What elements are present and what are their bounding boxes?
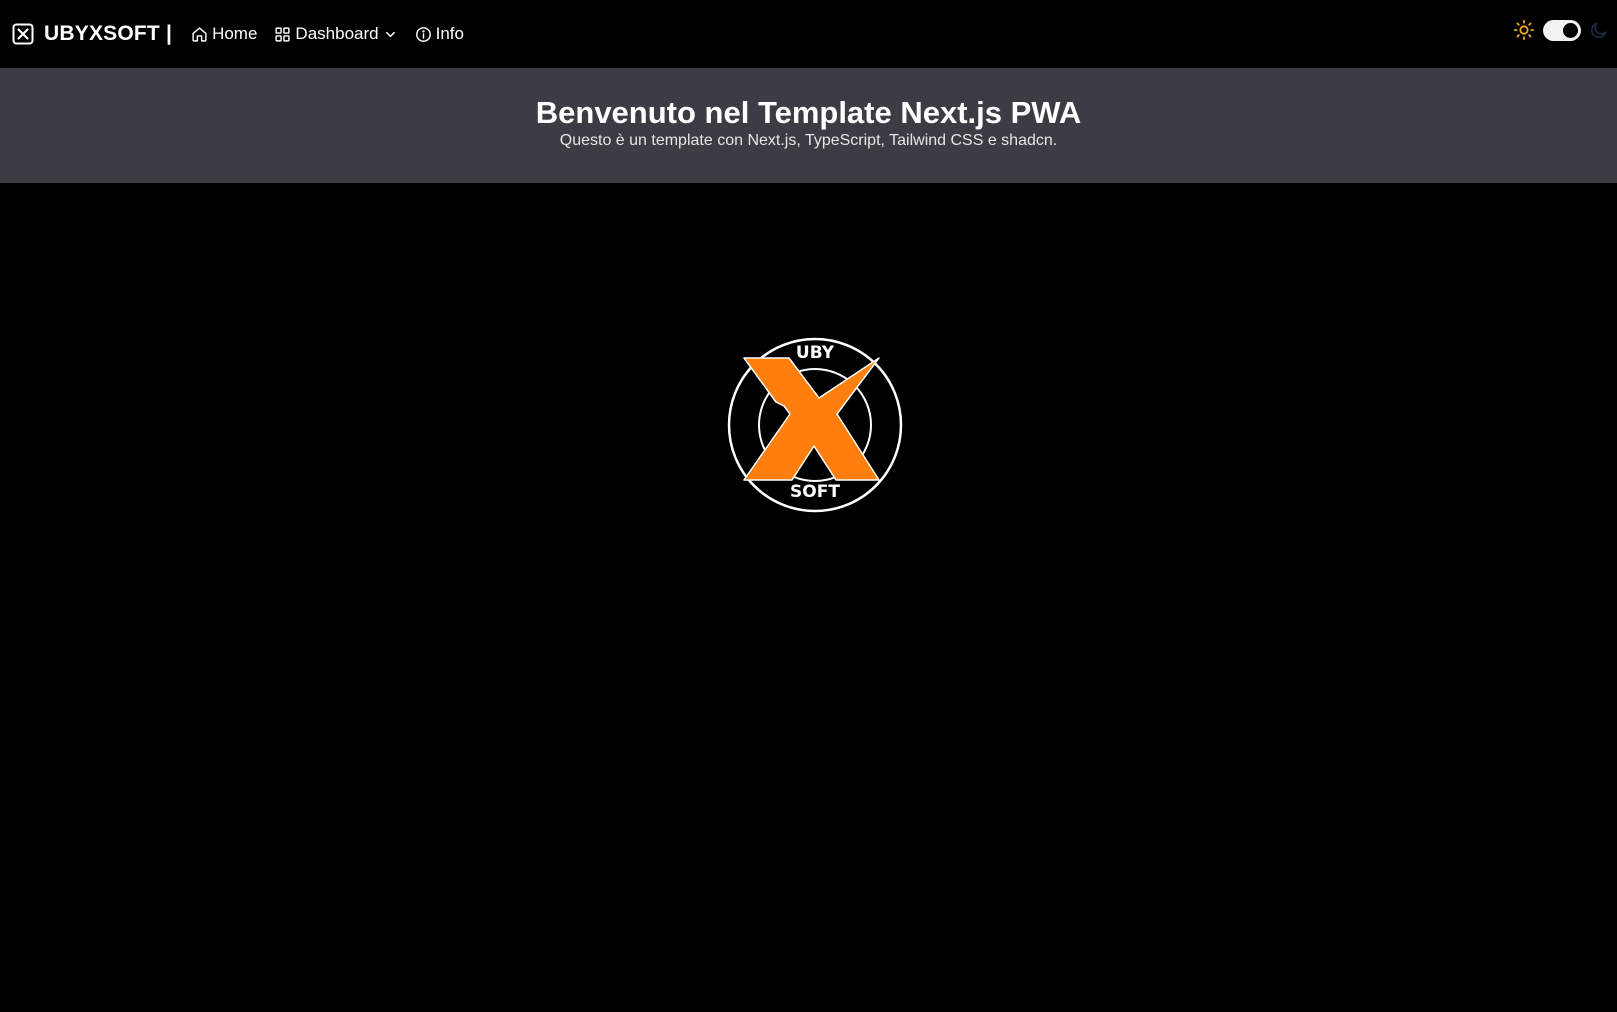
hero-banner: Benvenuto nel Template Next.js PWA Quest… [0, 68, 1617, 183]
nav-info-link[interactable]: Info [415, 24, 464, 44]
nav-info-label: Info [435, 24, 464, 43]
grid-icon [275, 26, 291, 42]
top-navbar: UBYXSOFT | Home Dashboard Info [0, 0, 1617, 68]
ubyxsoft-logo: UBY SOFT [724, 334, 906, 516]
info-icon [415, 26, 431, 42]
logo-x-mark [743, 357, 880, 481]
toggle-thumb [1563, 22, 1578, 38]
home-icon [192, 26, 207, 42]
page-title: Benvenuto nel Template Next.js PWA [535, 95, 1082, 130]
brand-name: UBYXSOFT | [44, 22, 173, 45]
nav-dashboard-label: Dashboard [295, 24, 379, 43]
theme-toggle[interactable] [1543, 19, 1581, 41]
nav-home-link[interactable]: Home [191, 24, 257, 44]
nav-links: Home Dashboard Info [191, 24, 464, 44]
logo-top-text: UBY [796, 343, 835, 363]
logo-graphic: UBY SOFT [727, 337, 903, 513]
brand-link[interactable]: UBYXSOFT | [12, 22, 172, 46]
page-subtitle: Questo è un template con Next.js, TypeSc… [559, 132, 1058, 149]
moon-icon [1590, 22, 1607, 39]
x-square-icon [12, 23, 34, 45]
nav-home-label: Home [212, 24, 258, 43]
logo-bottom-text: SOFT [790, 482, 840, 502]
theme-switch [1513, 19, 1609, 41]
sun-icon [1513, 19, 1535, 41]
nav-dashboard-dropdown[interactable]: Dashboard [274, 24, 397, 44]
chevron-down-icon [385, 31, 395, 37]
